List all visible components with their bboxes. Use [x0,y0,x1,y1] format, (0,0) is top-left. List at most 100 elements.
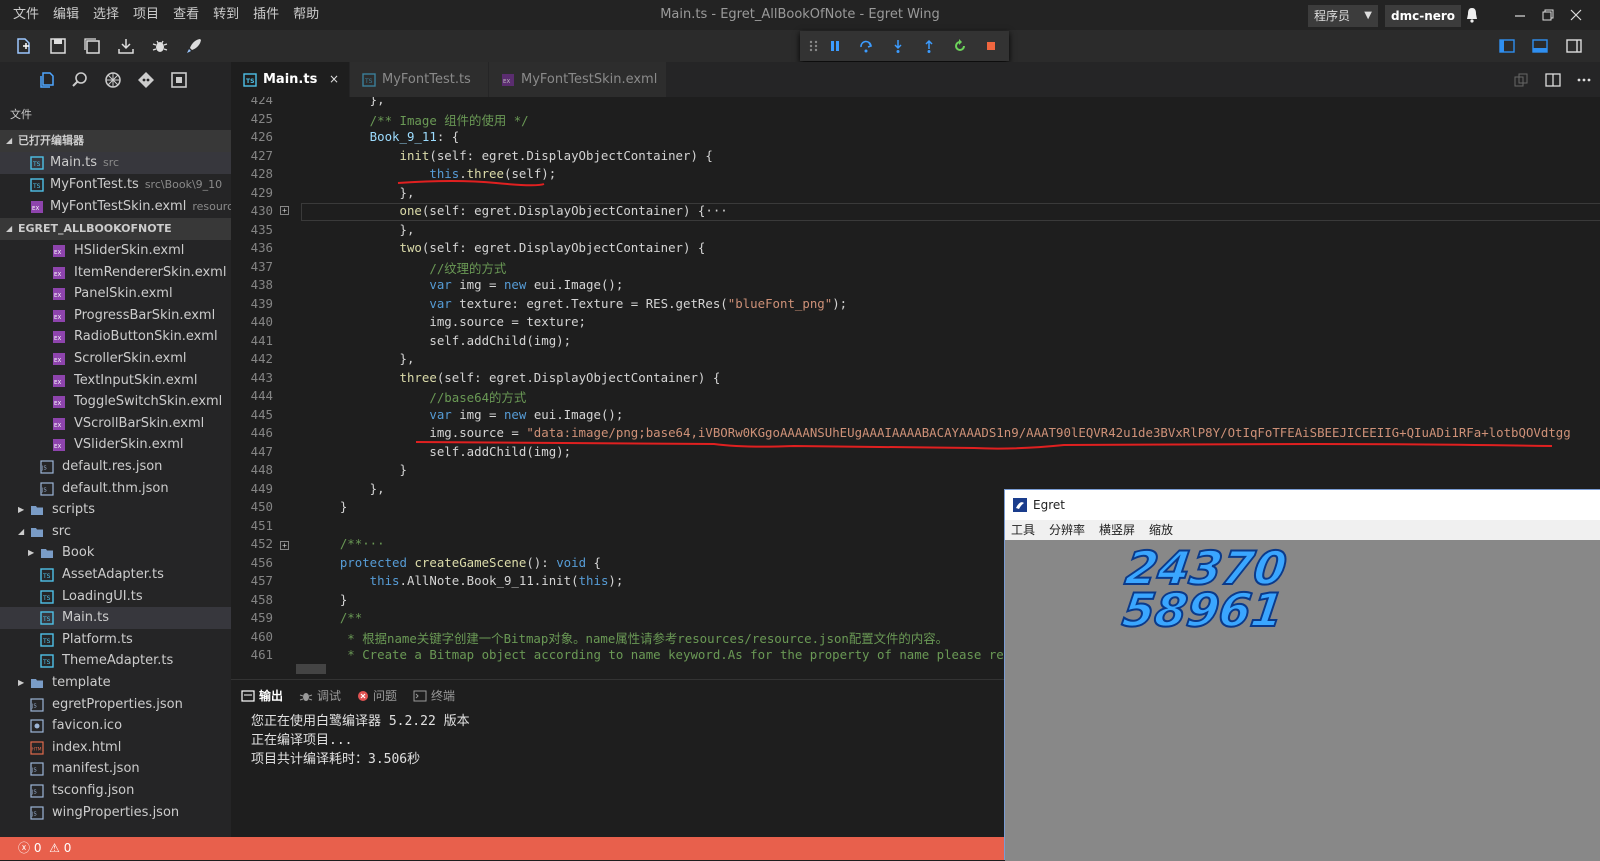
launch-rocket-icon[interactable] [185,37,203,55]
tree-file[interactable]: JS tsconfig.json [0,780,231,802]
tab-main-ts[interactable]: TS Main.ts × [231,62,349,97]
tree-file[interactable]: TS Main.ts [0,607,231,630]
tab-myfonttestskin-exml[interactable]: EX MyFontTestSkin.exml [489,62,666,97]
line-number: 426 [250,129,273,144]
horizontal-scrollbar-thumb[interactable] [296,664,326,674]
tree-file[interactable]: favicon.ico [0,715,231,737]
debug-bug-icon[interactable] [151,37,169,55]
step-into-icon[interactable] [890,38,906,54]
more-actions-icon[interactable] [1576,72,1592,88]
publish-icon[interactable] [117,37,135,55]
search-icon[interactable] [71,71,89,89]
tree-file[interactable]: TS Platform.ts [0,629,231,651]
bell-icon[interactable] [1462,5,1482,25]
tree-file[interactable]: TS ThemeAdapter.ts [0,650,231,672]
frame-icon[interactable] [170,71,188,89]
tree-file[interactable]: JS manifest.json [0,758,231,780]
menu-plugins[interactable]: 插件 [246,0,286,30]
tree-file[interactable]: TS AssetAdapter.ts [0,564,231,586]
stop-icon[interactable] [983,38,999,54]
menu-file[interactable]: 文件 [6,0,46,30]
tree-file[interactable]: EX HSliderSkin.exml [0,240,231,262]
user-account-button[interactable]: dmc-nero [1385,5,1462,27]
tree-file[interactable]: JS default.thm.json [0,478,231,500]
fold-expand-icon[interactable]: + [280,541,289,550]
tree-folder[interactable]: ◢ src [0,521,231,543]
new-project-icon[interactable] [15,37,33,55]
tree-folder[interactable]: ▶ scripts [0,499,231,521]
tree-file[interactable]: JS wingProperties.json [0,802,231,824]
tree-file[interactable]: EX ProgressBarSkin.exml [0,305,231,327]
extensions-icon[interactable] [104,71,122,89]
tab-output[interactable]: 输出 [241,687,283,704]
expand-arrow-icon[interactable]: ▶ [18,499,24,521]
json-file-icon: JS [40,460,54,474]
tree-file[interactable]: JS default.res.json [0,456,231,478]
egret-menu-resolution[interactable]: 分辨率 [1049,520,1085,540]
tab-problems[interactable]: 问题 [357,687,397,704]
minimize-icon[interactable] [1510,5,1530,25]
exml-file-icon: EX [53,288,65,301]
open-editor-item[interactable]: TS MyFontTest.ts src\Book\9_10 [0,174,231,196]
menu-project[interactable]: 项目 [126,0,166,30]
egret-menu-orientation[interactable]: 横竖屏 [1099,520,1135,540]
expand-arrow-icon[interactable]: ▶ [18,672,24,694]
tree-file[interactable]: EX TextInputSkin.exml [0,370,231,392]
tree-file[interactable]: EX RadioButtonSkin.exml [0,326,231,348]
menu-select[interactable]: 选择 [86,0,126,30]
tree-file[interactable]: EX ItemRendererSkin.exml [0,262,231,284]
close-window-icon[interactable] [1566,5,1586,25]
game-canvas[interactable]: 24370 58961 [1005,540,1600,861]
open-editor-item[interactable]: TS Main.ts src [0,152,231,174]
close-tab-icon[interactable]: × [329,62,339,97]
tree-folder[interactable]: ▶ Book [0,542,231,564]
code-line: var texture: egret.Texture = RES.getRes(… [310,296,848,311]
open-changes-icon[interactable] [1513,72,1529,88]
open-editors-header[interactable]: ◢ 已打开编辑器 [0,130,231,152]
menu-help[interactable]: 帮助 [286,0,326,30]
code-line: }, [310,97,385,107]
restore-icon[interactable] [1538,5,1558,25]
source-control-icon[interactable] [137,71,155,89]
menu-goto[interactable]: 转到 [206,0,246,30]
tab-debug[interactable]: 调试 [299,687,341,704]
menu-edit[interactable]: 编辑 [46,0,86,30]
tree-file[interactable]: HTM index.html [0,737,231,759]
fold-expand-icon[interactable]: + [280,206,289,215]
save-all-icon[interactable] [83,37,101,55]
tree-file[interactable]: EX VScrollBarSkin.exml [0,413,231,435]
open-editor-item[interactable]: EX MyFontTestSkin.exmlresourc... [0,196,231,218]
restart-icon[interactable] [952,38,968,54]
collapse-arrow-icon[interactable]: ◢ [18,521,24,543]
tree-file[interactable]: EX PanelSkin.exml [0,283,231,305]
tree-folder[interactable]: ▶ template [0,672,231,694]
toggle-panel-icon[interactable] [1532,38,1548,54]
explorer-files-icon[interactable] [38,71,56,89]
egret-menu-tools[interactable]: 工具 [1011,520,1035,540]
egret-menu-zoom[interactable]: 缩放 [1149,520,1173,540]
menu-view[interactable]: 查看 [166,0,206,30]
tree-file[interactable]: EX ScrollerSkin.exml [0,348,231,370]
tree-file[interactable]: EX ToggleSwitchSkin.exml [0,391,231,413]
tree-file[interactable]: JS egretProperties.json [0,694,231,716]
tree-file[interactable]: EX VSliderSkin.exml [0,434,231,456]
expand-arrow-icon[interactable]: ▶ [28,542,34,564]
chevron-down-icon: ▼ [1364,10,1372,21]
tree-item-label: index.html [52,739,122,755]
pause-icon[interactable] [827,38,843,54]
tab-myfonttest-ts[interactable]: TS MyFontTest.ts [350,62,488,97]
svg-text:EX: EX [54,380,61,386]
tab-terminal[interactable]: 终端 [413,687,455,704]
split-editor-icon[interactable] [1545,72,1561,88]
drag-handle-icon[interactable] [806,38,822,54]
toggle-sidebar-icon[interactable] [1499,38,1515,54]
project-header[interactable]: ◢ EGRET_ALLBOOKOFNOTE [0,218,231,240]
problems-counter[interactable]: ⓧ 0 ⚠ 0 [18,837,71,860]
toggle-right-panel-icon[interactable] [1566,38,1582,54]
save-icon[interactable] [49,37,67,55]
line-number: 438 [250,277,273,292]
tree-file[interactable]: TS LoadingUI.ts [0,586,231,608]
role-select[interactable]: 程序员 ▼ [1308,5,1378,27]
step-over-icon[interactable] [858,38,874,54]
step-out-icon[interactable] [921,38,937,54]
